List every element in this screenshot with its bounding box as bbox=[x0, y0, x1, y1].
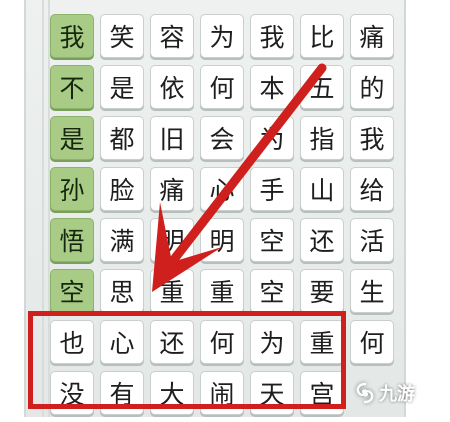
character-tile[interactable]: 天 bbox=[250, 371, 294, 415]
character-tile[interactable]: 依 bbox=[150, 65, 194, 109]
character-tile[interactable]: 活 bbox=[350, 218, 394, 262]
character-tile[interactable]: 本 bbox=[250, 65, 294, 109]
grid-row: 空思重重空要生 bbox=[50, 269, 400, 313]
character-tile[interactable]: 痛 bbox=[150, 167, 194, 211]
character-tile[interactable]: 闹 bbox=[200, 371, 244, 415]
character-tile[interactable]: 心 bbox=[200, 167, 244, 211]
grid-row: 也心还何为重何 bbox=[50, 320, 400, 364]
selected-character-tile[interactable]: 是 bbox=[50, 116, 94, 160]
character-tile[interactable]: 生 bbox=[350, 269, 394, 313]
character-tile[interactable]: 比 bbox=[300, 14, 344, 58]
character-tile[interactable]: 给 bbox=[350, 167, 394, 211]
character-tile[interactable]: 有 bbox=[100, 371, 144, 415]
character-tile[interactable]: 为 bbox=[250, 116, 294, 160]
character-tile[interactable]: 明 bbox=[200, 218, 244, 262]
character-tile[interactable]: 还 bbox=[300, 218, 344, 262]
character-tile[interactable]: 大 bbox=[150, 371, 194, 415]
selected-character-tile[interactable]: 孙 bbox=[50, 167, 94, 211]
character-tile[interactable]: 手 bbox=[250, 167, 294, 211]
character-tile[interactable]: 也 bbox=[50, 320, 94, 364]
character-tile[interactable]: 何 bbox=[200, 65, 244, 109]
character-tile[interactable]: 没 bbox=[50, 371, 94, 415]
character-tile[interactable]: 空 bbox=[250, 218, 294, 262]
character-tile[interactable]: 会 bbox=[200, 116, 244, 160]
character-tile[interactable]: 痛 bbox=[350, 14, 394, 58]
character-tile[interactable]: 还 bbox=[150, 320, 194, 364]
character-tile[interactable]: 笑 bbox=[100, 14, 144, 58]
character-tile[interactable]: 的 bbox=[350, 65, 394, 109]
character-grid: 我笑容为我比痛不是依何本五的是都旧会为指我孙脸痛心手山给悟满明明空还活空思重重空… bbox=[50, 14, 400, 422]
grid-row: 没有大闹天宫 bbox=[50, 371, 400, 415]
character-tile[interactable]: 为 bbox=[250, 320, 294, 364]
character-tile[interactable]: 心 bbox=[100, 320, 144, 364]
character-tile[interactable]: 容 bbox=[150, 14, 194, 58]
grid-row: 不是依何本五的 bbox=[50, 65, 400, 109]
character-tile[interactable]: 宫 bbox=[300, 371, 344, 415]
character-tile[interactable]: 重 bbox=[200, 269, 244, 313]
character-tile[interactable]: 旧 bbox=[150, 116, 194, 160]
character-tile[interactable]: 我 bbox=[350, 116, 394, 160]
character-tile[interactable]: 思 bbox=[100, 269, 144, 313]
character-tile[interactable]: 空 bbox=[250, 269, 294, 313]
character-tile[interactable]: 指 bbox=[300, 116, 344, 160]
selected-character-tile[interactable]: 空 bbox=[50, 269, 94, 313]
character-tile[interactable]: 重 bbox=[150, 269, 194, 313]
selected-character-tile[interactable]: 我 bbox=[50, 14, 94, 58]
grid-row: 是都旧会为指我 bbox=[50, 116, 400, 160]
character-tile[interactable]: 都 bbox=[100, 116, 144, 160]
character-tile[interactable]: 满 bbox=[100, 218, 144, 262]
grid-row: 孙脸痛心手山给 bbox=[50, 167, 400, 211]
grid-row: 我笑容为我比痛 bbox=[50, 14, 400, 58]
character-tile[interactable]: 重 bbox=[300, 320, 344, 364]
character-tile[interactable]: 要 bbox=[300, 269, 344, 313]
character-tile[interactable]: 何 bbox=[350, 320, 394, 364]
character-tile[interactable]: 是 bbox=[100, 65, 144, 109]
character-tile[interactable]: 我 bbox=[250, 14, 294, 58]
character-tile[interactable]: 为 bbox=[200, 14, 244, 58]
character-tile[interactable]: 何 bbox=[200, 320, 244, 364]
character-tile[interactable]: 明 bbox=[150, 218, 194, 262]
grid-row: 悟满明明空还活 bbox=[50, 218, 400, 262]
character-tile[interactable]: 山 bbox=[300, 167, 344, 211]
selected-character-tile[interactable]: 悟 bbox=[50, 218, 94, 262]
character-tile[interactable]: 五 bbox=[300, 65, 344, 109]
character-tile[interactable]: 脸 bbox=[100, 167, 144, 211]
board-edge-stripe bbox=[42, 0, 44, 417]
selected-character-tile[interactable]: 不 bbox=[50, 65, 94, 109]
